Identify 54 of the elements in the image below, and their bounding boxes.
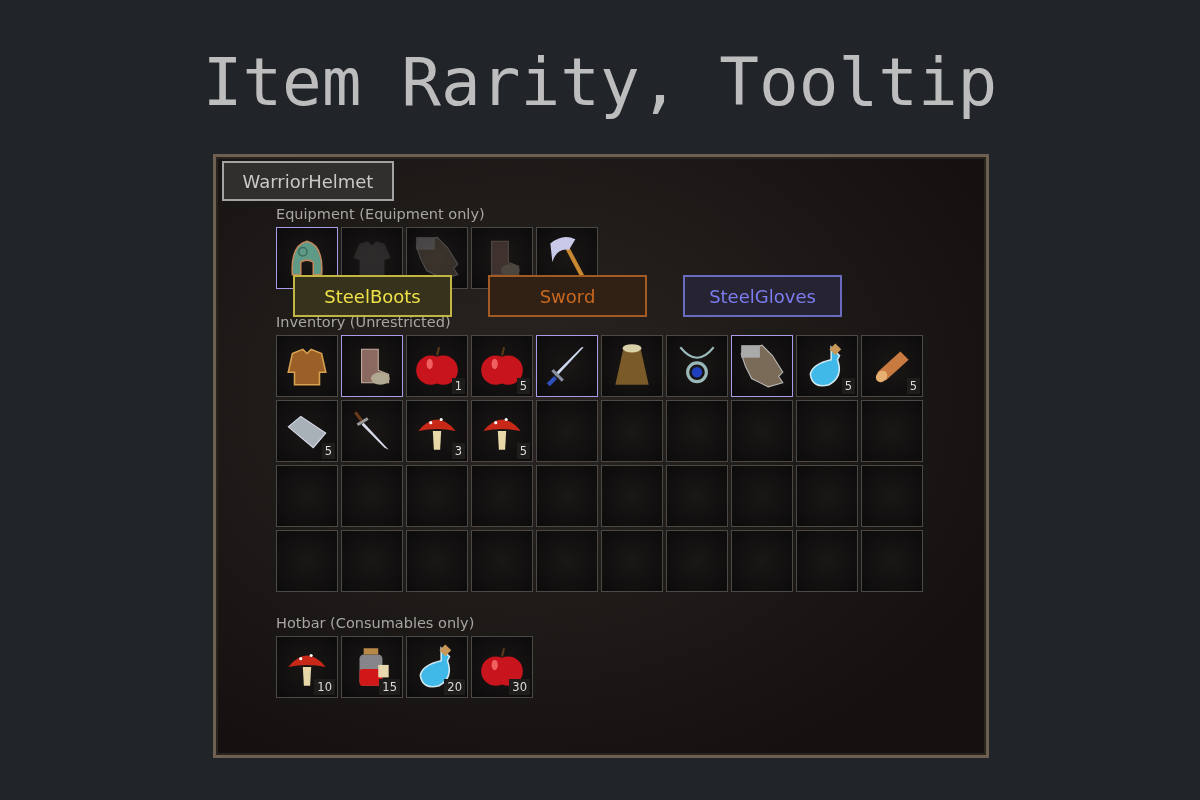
empty-slot[interactable]	[471, 465, 533, 527]
item-count: 5	[321, 443, 335, 459]
empty-slot[interactable]	[861, 400, 923, 462]
page-title: Item Rarity, Tooltip	[201, 43, 999, 123]
empty-slot[interactable]	[861, 530, 923, 592]
item-tooltip: Sword	[488, 275, 647, 317]
empty-slot[interactable]	[536, 530, 598, 592]
item-slot[interactable]: 5	[861, 335, 923, 397]
item-count: 10	[314, 679, 335, 695]
empty-slot[interactable]	[731, 465, 793, 527]
item-slot[interactable]: 5	[471, 400, 533, 462]
section-label: Equipment (Equipment only)	[276, 205, 486, 223]
item-slot[interactable]: 1	[406, 335, 468, 397]
item-slot[interactable]	[601, 335, 663, 397]
empty-slot[interactable]	[276, 530, 338, 592]
item-slot[interactable]	[341, 400, 403, 462]
empty-slot[interactable]	[601, 530, 663, 592]
empty-slot[interactable]	[666, 465, 728, 527]
empty-slot[interactable]	[796, 465, 858, 527]
empty-slot[interactable]	[536, 465, 598, 527]
empty-slot[interactable]	[601, 465, 663, 527]
item-tooltip: SteelGloves	[683, 275, 842, 317]
empty-slot[interactable]	[796, 530, 858, 592]
item-slot[interactable]	[536, 335, 598, 397]
item-slot[interactable]: 15	[341, 636, 403, 698]
item-slot[interactable]: 5	[796, 335, 858, 397]
item-slot[interactable]: 30	[471, 636, 533, 698]
item-count: 20	[444, 679, 465, 695]
empty-slot[interactable]	[731, 530, 793, 592]
item-slot[interactable]: 5	[471, 335, 533, 397]
item-count: 5	[516, 378, 530, 394]
item-slot[interactable]: 10	[276, 636, 338, 698]
item-slot[interactable]	[731, 335, 793, 397]
empty-slot[interactable]	[666, 530, 728, 592]
empty-slot[interactable]	[406, 530, 468, 592]
item-slot[interactable]	[276, 335, 338, 397]
item-slot[interactable]: 3	[406, 400, 468, 462]
empty-slot[interactable]	[471, 530, 533, 592]
item-slot[interactable]	[341, 335, 403, 397]
item-slot[interactable]: 20	[406, 636, 468, 698]
item-count: 1	[451, 378, 465, 394]
item-count: 5	[906, 378, 920, 394]
item-slot[interactable]	[666, 335, 728, 397]
item-count: 5	[841, 378, 855, 394]
item-count: 5	[516, 443, 530, 459]
item-tooltip: SteelBoots	[293, 275, 452, 317]
section-label: Hotbar (Consumables only)	[276, 614, 476, 632]
item-count: 3	[451, 443, 465, 459]
item-count: 15	[379, 679, 400, 695]
item-count: 30	[509, 679, 530, 695]
empty-slot[interactable]	[861, 465, 923, 527]
item-tooltip: WarriorHelmet	[222, 161, 394, 201]
item-slot[interactable]: 5	[276, 400, 338, 462]
empty-slot[interactable]	[341, 530, 403, 592]
